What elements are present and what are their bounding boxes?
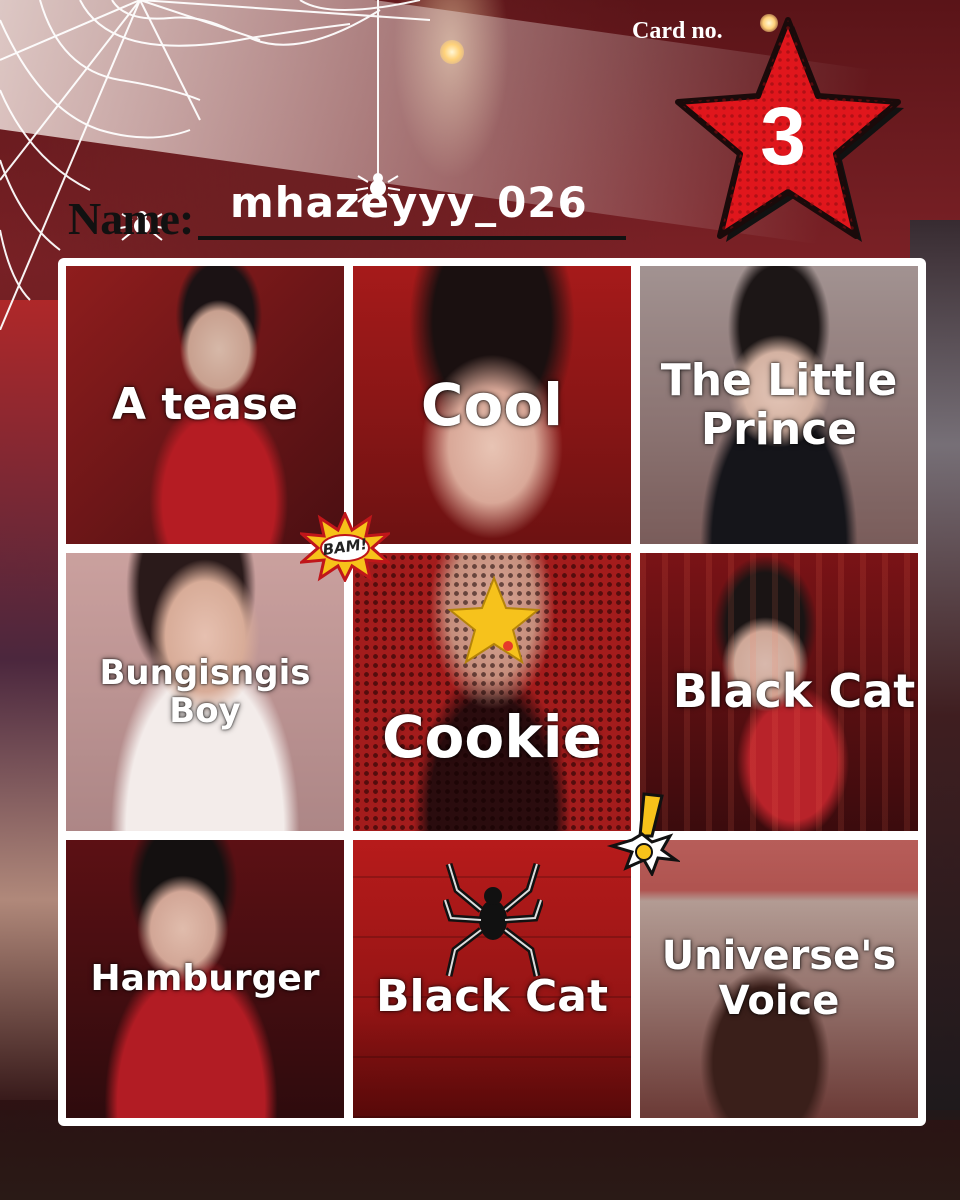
exclamation-burst-icon xyxy=(606,792,680,876)
name-underline xyxy=(198,236,626,240)
cell-label: Cookie xyxy=(381,702,603,771)
card-number-star: 3 xyxy=(648,8,918,258)
bingo-cell[interactable]: The Little Prince xyxy=(640,266,918,544)
cell-label: A tease xyxy=(112,379,298,431)
bingo-grid: A tease Cool The Little Prince Bungisngi… xyxy=(58,258,926,1126)
bingo-cell[interactable]: Cool xyxy=(353,266,631,544)
name-value: mhazeyyy_026 xyxy=(230,178,588,227)
bingo-cell[interactable]: A tease xyxy=(66,266,344,544)
card-number-value: 3 xyxy=(760,91,806,182)
bingo-cell[interactable]: Black Cat xyxy=(353,840,631,1118)
cell-label: Hamburger xyxy=(90,957,320,999)
bingo-cell[interactable]: Bungisngis Boy xyxy=(66,553,344,831)
cell-label: Cool xyxy=(420,370,564,439)
bingo-cell[interactable]: Universe's Voice xyxy=(640,840,918,1118)
cell-label: Bungisngis Boy xyxy=(99,652,311,731)
bam-sticker: BAM! xyxy=(297,510,393,584)
yellow-star-icon xyxy=(447,575,541,665)
cell-label: Black Cat xyxy=(376,971,608,1023)
bingo-cell[interactable]: Black Cat xyxy=(640,553,918,831)
bam-text: BAM! xyxy=(321,534,369,560)
spider-emblem-icon xyxy=(443,862,543,977)
cell-label: Universe's Voice xyxy=(661,933,897,1024)
cell-label: The Little Prince xyxy=(660,354,898,455)
name-label: Name: xyxy=(68,193,194,244)
bingo-cell[interactable]: Hamburger xyxy=(66,840,344,1118)
cell-label: Black Cat xyxy=(672,664,916,719)
